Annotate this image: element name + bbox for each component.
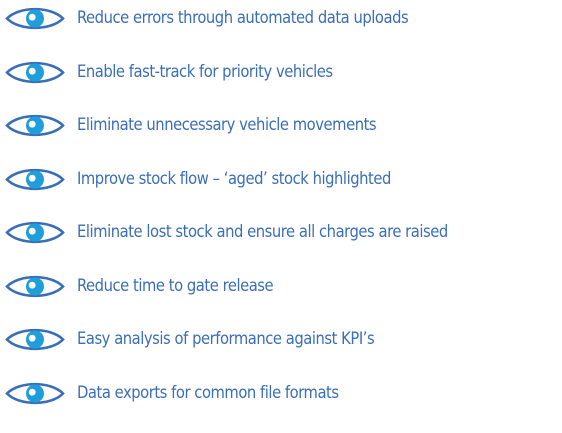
eye-icon <box>5 275 65 297</box>
list-item: Eliminate lost stock and ensure all char… <box>5 219 561 246</box>
eye-icon <box>5 221 65 244</box>
list-item: Enable fast-track for priority vehicles <box>5 59 561 86</box>
benefit-text: Reduce time to gate release <box>77 275 274 295</box>
list-item: Eliminate unnecessary vehicle movements <box>5 112 561 139</box>
benefit-text: Improve stock flow – ‘aged’ stock highli… <box>77 168 391 188</box>
eye-icon <box>5 7 65 30</box>
list-item: Easy analysis of performance against KPI… <box>5 326 561 353</box>
eye-icon <box>5 114 65 137</box>
benefit-text: Enable fast-track for priority vehicles <box>77 61 333 81</box>
benefit-list: Reduce errors through automated data upl… <box>5 5 561 433</box>
benefit-text: Data exports for common file formats <box>77 382 339 402</box>
eye-icon <box>5 382 65 404</box>
list-item: Reduce time to gate release <box>5 273 561 300</box>
benefit-text: Reduce errors through automated data upl… <box>77 8 409 28</box>
eye-icon <box>5 61 65 83</box>
eye-icon <box>5 168 65 190</box>
benefit-text: Eliminate unnecessary vehicle movements <box>77 115 377 135</box>
list-item: Improve stock flow – ‘aged’ stock highli… <box>5 166 561 193</box>
benefit-text: Eliminate lost stock and ensure all char… <box>77 222 448 242</box>
eye-icon <box>5 328 65 351</box>
list-item: Reduce errors through automated data upl… <box>5 5 561 32</box>
list-item: Data exports for common file formats <box>5 380 561 407</box>
benefit-text: Easy analysis of performance against KPI… <box>77 329 375 349</box>
